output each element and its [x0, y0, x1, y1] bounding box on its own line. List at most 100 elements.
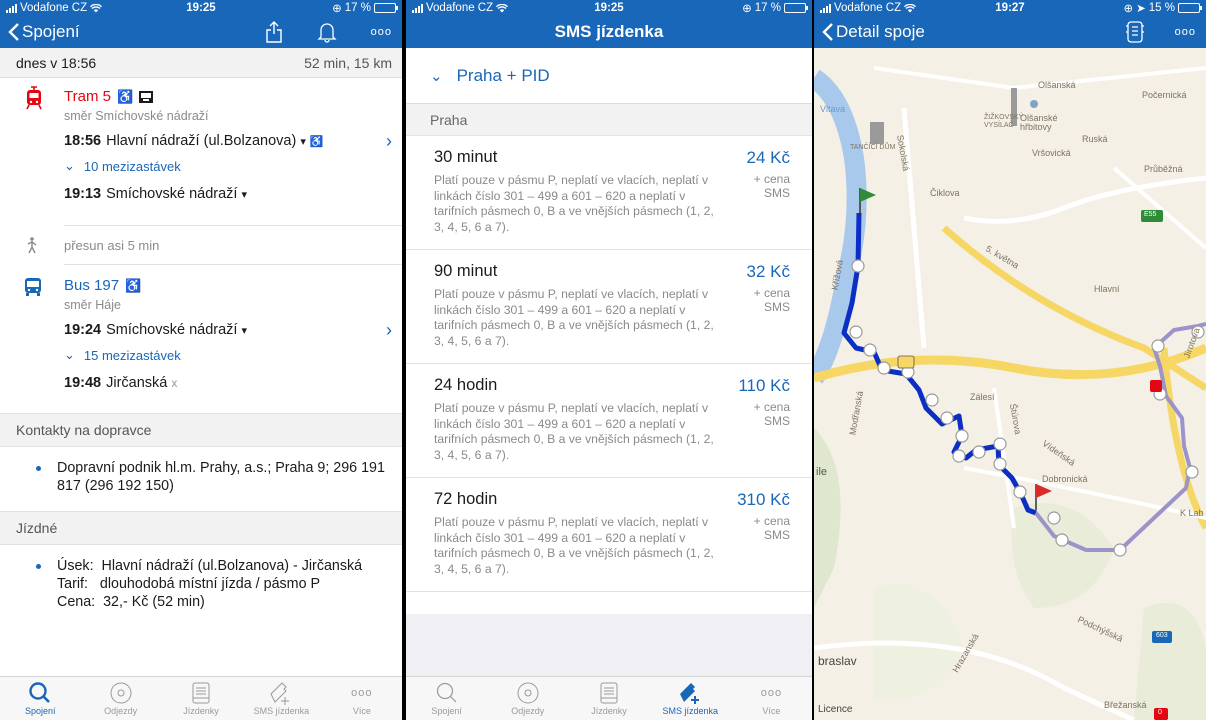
departure-stop: Smíchovské nádraží	[106, 322, 238, 338]
departure-stop: Hlavní nádraží (ul.Bolzanova)	[106, 133, 297, 149]
ticket-item[interactable]: 72 hodin Platí pouze v pásmu P, neplatí …	[406, 478, 812, 592]
search-icon	[436, 682, 457, 703]
map-label: Ruská	[1082, 134, 1108, 144]
map-place-label: braslav	[818, 654, 857, 668]
more-button[interactable]: ooo	[1175, 26, 1196, 38]
zone-section-header: Praha	[406, 104, 812, 136]
map-label: TANČÍCÍ DŮM	[850, 144, 896, 151]
intermediate-stops-toggle[interactable]: ⌄ 15 mezizastávek	[64, 347, 402, 363]
ticket-price-note: + cena SMS	[753, 514, 790, 542]
arrival-time: 19:48	[64, 375, 102, 391]
low-floor-icon	[139, 90, 154, 103]
tab-bar: Spojení Odjezdy Jízdenky SMS jízdenka oo…	[0, 676, 402, 720]
wheelchair-icon: ♿	[116, 88, 134, 104]
arrival-time: 19:13	[64, 186, 102, 202]
wheelchair-icon: ♿	[309, 135, 324, 148]
map-label: Čiklova	[930, 188, 960, 198]
tab-sms-ticket[interactable]: SMS jízdenka	[650, 677, 731, 720]
request-stop-icon: ▾	[241, 188, 248, 201]
tab-departures[interactable]: Odjezdy	[487, 677, 568, 720]
tab-more[interactable]: ooo Více	[322, 677, 402, 720]
nav-bar: Spojení ooo	[0, 16, 402, 48]
leg-direction: směr Smíchovské nádraží	[64, 109, 209, 123]
zone-label: Praha + PID	[456, 65, 550, 85]
tab-label: Jízdenky	[183, 706, 219, 716]
battery-percent: 15 %	[1148, 2, 1175, 14]
ticket-name: 90 minut	[434, 262, 498, 280]
tab-sms-ticket[interactable]: SMS jízdenka	[241, 677, 321, 720]
ticket-item[interactable]: 24 hodin Platí pouze v pásmu P, neplatí …	[406, 364, 812, 478]
tab-connections[interactable]: Spojení	[0, 677, 80, 720]
map-label: Olšanské hřbitovy	[1020, 113, 1058, 132]
tab-label: SMS jízdenka	[662, 706, 718, 716]
transfer-walk: přesun asi 5 min	[0, 226, 402, 264]
more-button[interactable]: ooo	[371, 26, 392, 38]
back-button[interactable]: Detail spoje	[822, 22, 925, 42]
chevron-right-icon[interactable]: ›	[386, 131, 392, 152]
transfer-text: přesun asi 5 min	[64, 237, 160, 253]
section-header-fare: Jízdné	[0, 511, 402, 545]
tab-departures[interactable]: Odjezdy	[80, 677, 160, 720]
status-bar: Vodafone CZ 19:25 ⊕ 17 %	[0, 0, 402, 16]
licence-link[interactable]: Licence	[818, 704, 852, 715]
nav-bar: Detail spoje ooo	[814, 16, 1206, 48]
tab-tickets[interactable]: Jízdenky	[161, 677, 241, 720]
carrier-name: Vodafone CZ	[834, 2, 902, 14]
timetable-icon[interactable]	[1125, 21, 1145, 43]
nav-bar: SMS jízdenka	[406, 16, 812, 48]
map-label: K Lab	[1180, 508, 1204, 518]
tram-icon	[26, 86, 42, 110]
fare-price: Cena: 32,- Kč (52 min)	[57, 594, 205, 610]
tab-label: Spojení	[24, 706, 56, 716]
map-label: Vršovická	[1032, 148, 1071, 158]
tab-label: Odjezdy	[511, 706, 545, 716]
page-title: SMS jízdenka	[554, 22, 664, 41]
tab-tickets[interactable]: Jízdenky	[568, 677, 649, 720]
road-badge: 603	[1156, 632, 1168, 639]
ticket-price: 310 Kč	[737, 490, 790, 509]
ticket-description: Platí pouze v pásmu P, neplatí ve vlacíc…	[434, 173, 714, 234]
ticket-item[interactable]: 90 minut Platí pouze v pásmu P, neplatí …	[406, 250, 812, 364]
request-stop-mark: x	[171, 376, 178, 390]
battery-percent: 17 %	[754, 2, 781, 14]
wheelchair-icon: ♿	[125, 277, 142, 293]
ticket-item[interactable]: 30 minut Platí pouze v pásmu P, neplatí …	[406, 136, 812, 250]
road-badge: E55	[1144, 211, 1157, 218]
ticket-price-note: + cena SMS	[753, 400, 790, 428]
ticket-description: Platí pouze v pásmu P, neplatí ve vlacíc…	[434, 515, 714, 576]
map-label: Dobronická	[1042, 474, 1088, 484]
map-label: Břežanská	[1104, 700, 1147, 710]
ticket-icon	[600, 682, 618, 704]
road-badge: 0	[1158, 709, 1162, 716]
map-label: Hlavní	[1094, 284, 1120, 294]
back-button[interactable]: Spojení	[8, 22, 80, 42]
tab-label: Více	[352, 706, 371, 716]
chevron-down-icon: ⌄	[430, 67, 443, 85]
zone-selector[interactable]: ⌄ Praha + PID	[406, 48, 812, 104]
alarm-icon: ⊕	[742, 3, 752, 15]
route-map[interactable]: Vltava Olšanské hřbitovy ŽIŽKOVSKÝ VYSÍL…	[814, 48, 1206, 720]
more-icon: ooo	[760, 687, 783, 699]
tab-connections[interactable]: Spojení	[406, 677, 487, 720]
fare-info: Úsek: Hlavní nádraží (ul.Bolzanova) - Ji…	[0, 545, 402, 623]
ticket-description: Platí pouze v pásmu P, neplatí ve vlacíc…	[434, 401, 714, 462]
intermediate-count: 15 mezizastávek	[83, 347, 181, 363]
intermediate-count: 10 mezizastávek	[83, 158, 181, 174]
status-bar: Vodafone CZ 19:25 ⊕ 17 %	[406, 0, 812, 16]
tab-more[interactable]: ooo Více	[731, 677, 812, 720]
connection-duration: 52 min, 15 km	[304, 54, 392, 71]
leg-direction: směr Háje	[64, 298, 121, 312]
alarm-icon: ⊕	[332, 3, 342, 15]
back-label: Detail spoje	[836, 22, 925, 41]
chevron-down-icon: ⌄	[64, 158, 75, 173]
connection-summary: dnes v 18:56 52 min, 15 km	[0, 48, 402, 78]
leg-departure[interactable]: 18:56 Hlavní nádraží (ul.Bolzanova) ▾ ♿ ›	[64, 131, 402, 152]
battery-icon	[784, 3, 808, 13]
connection-screen: Vodafone CZ 19:25 ⊕ 17 % Spojení ooo dnes…	[0, 0, 402, 720]
chevron-left-icon	[822, 23, 833, 41]
chevron-right-icon[interactable]: ›	[386, 320, 392, 341]
bell-icon[interactable]	[317, 21, 337, 43]
intermediate-stops-toggle[interactable]: ⌄ 10 mezizastávek	[64, 158, 402, 174]
share-icon[interactable]	[265, 21, 283, 43]
leg-departure[interactable]: 19:24 Smíchovské nádraží ▾ ›	[64, 320, 402, 341]
